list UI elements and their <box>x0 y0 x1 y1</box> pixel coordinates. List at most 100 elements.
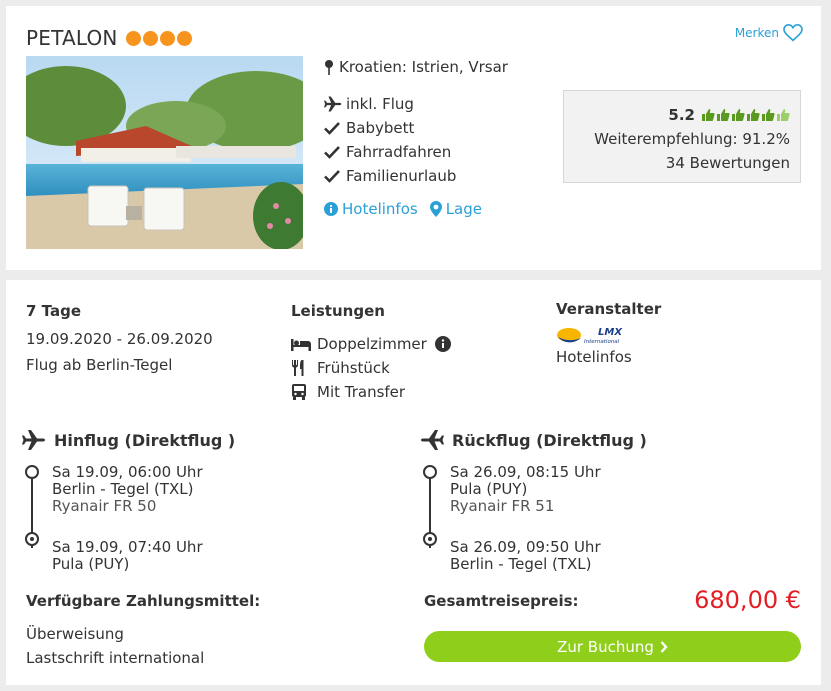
location-text: Kroatien: Istrien, Vrsar <box>339 58 508 76</box>
star-icon <box>159 30 175 46</box>
bed-icon <box>291 337 313 351</box>
return-flight: Rückflug (Direktflug ) Sa 26.09, 08:15 U… <box>420 430 780 573</box>
plane-icon <box>324 96 346 112</box>
return-flight-title: Rückflug (Direktflug ) <box>452 430 647 450</box>
arrival-airport: Berlin - Tegel (TXL) <box>450 555 592 573</box>
bus-icon <box>291 384 313 400</box>
feature-item: inkl. Flug <box>324 92 456 116</box>
offer-departure: Flug ab Berlin-Tegel <box>26 356 173 374</box>
merken-label: Merken <box>734 26 779 40</box>
payment-title: Verfügbare Zahlungsmittel: <box>26 592 261 610</box>
thumbs-up-half-icon <box>777 109 790 121</box>
booking-button-label: Zur Buchung <box>557 637 654 656</box>
feature-label: inkl. Flug <box>346 95 414 113</box>
flight-carrier: Ryanair FR 51 <box>450 497 555 515</box>
leistungen-section: Leistungen Doppelzimmer Frühstück Mit Tr… <box>291 302 451 404</box>
check-icon <box>324 121 346 135</box>
rating-score: 5.2 <box>668 106 695 124</box>
hotel-photo[interactable] <box>26 56 303 249</box>
outbound-flight-title: Hinflug (Direktflug ) <box>54 430 236 450</box>
arrival-time: Sa 19.09, 07:40 Uhr <box>52 538 203 556</box>
lmx-logo-text: LMX <box>598 327 623 338</box>
hotel-name[interactable]: PETALON <box>26 26 118 50</box>
return-timeline: Sa 26.09, 08:15 Uhr Pula (PUY) Ryanair F… <box>420 464 780 573</box>
star-icon <box>142 30 158 46</box>
feature-list: inkl. Flug Babybett Fahrradfahren Famili… <box>324 92 456 188</box>
pin-icon <box>325 60 333 75</box>
leistungen-list: Doppelzimmer Frühstück Mit Transfer <box>291 332 451 404</box>
outbound-flight: Hinflug (Direktflug ) Sa 19.09, 06:00 Uh… <box>22 430 382 573</box>
feature-label: Babybett <box>346 119 415 137</box>
plane-icon <box>22 430 45 450</box>
outbound-departure: Sa 19.09, 06:00 Uhr Berlin - Tegel (TXL)… <box>52 464 382 515</box>
departure-time: Sa 19.09, 06:00 Uhr <box>52 463 203 481</box>
leistung-item: Doppelzimmer <box>291 332 451 356</box>
merken-button[interactable]: Merken <box>735 24 803 42</box>
thumbs-up-icon <box>702 109 715 121</box>
offer-summary: 7 Tage 19.09.2020 - 26.09.2020 Flug ab B… <box>26 300 213 378</box>
rating-score-row: 5.2 <box>564 103 790 127</box>
rating-box[interactable]: 5.2 Weiterempfehlung: 91.2% 34 Bewertung… <box>563 90 801 183</box>
veranstalter-section: Veranstalter LMX International Hotelinfo… <box>556 300 661 366</box>
info-icon[interactable] <box>434 336 451 352</box>
veranstalter-title: Veranstalter <box>556 300 662 318</box>
payment-method: Lastschrift international <box>26 649 205 667</box>
lage-label: Lage <box>445 200 482 218</box>
check-icon <box>324 169 346 183</box>
flight-carrier: Ryanair FR 50 <box>52 497 157 515</box>
offer-card: 7 Tage 19.09.2020 - 26.09.2020 Flug ab B… <box>6 280 821 685</box>
total-price-label: Gesamtreisepreis: <box>424 592 579 610</box>
rating-recommendation: Weiterempfehlung: 91.2% <box>594 130 790 148</box>
leistung-label: Doppelzimmer <box>317 335 427 353</box>
lmx-logo-sub: International <box>584 339 620 345</box>
arrival-time: Sa 26.09, 09:50 Uhr <box>450 538 601 556</box>
chevron-right-icon <box>660 640 668 653</box>
info-icon <box>324 202 338 216</box>
arrival-marker-icon <box>423 532 437 546</box>
veranstalter-hotelinfos-link[interactable]: Hotelinfos <box>556 348 661 366</box>
return-departure: Sa 26.09, 08:15 Uhr Pula (PUY) Ryanair F… <box>450 464 780 515</box>
hotel-title[interactable]: PETALON <box>26 26 192 50</box>
leistung-item: Mit Transfer <box>291 380 451 404</box>
hotelinfos-link[interactable]: Hotelinfos <box>324 200 418 218</box>
thumbs-up-icon <box>747 109 760 121</box>
rating-thumbs <box>701 108 790 122</box>
outbound-arrival: Sa 19.09, 07:40 Uhr Pula (PUY) <box>52 539 382 573</box>
departure-airport: Pula (PUY) <box>450 480 528 498</box>
leistungen-title: Leistungen <box>291 302 385 320</box>
leistung-label: Mit Transfer <box>317 383 406 401</box>
lage-link[interactable]: Lage <box>429 200 482 218</box>
departure-marker-icon <box>423 465 437 479</box>
heart-icon <box>783 24 803 42</box>
feature-label: Familienurlaub <box>346 167 457 185</box>
lmx-logo: LMX International <box>556 324 636 346</box>
offer-dates: 19.09.2020 - 26.09.2020 <box>26 330 213 348</box>
total-price: 680,00 € <box>694 586 801 614</box>
leistung-label: Frühstück <box>317 359 390 377</box>
thumbs-up-icon <box>762 109 775 121</box>
cutlery-icon <box>291 360 313 376</box>
hotel-stars <box>125 30 192 46</box>
outbound-flight-header: Hinflug (Direktflug ) <box>22 430 382 450</box>
leistung-item: Frühstück <box>291 356 451 380</box>
thumbs-up-icon <box>717 109 730 121</box>
departure-time: Sa 26.09, 08:15 Uhr <box>450 463 601 481</box>
booking-button[interactable]: Zur Buchung <box>424 631 801 662</box>
hotel-links: Hotelinfos Lage <box>324 200 482 218</box>
feature-label: Fahrradfahren <box>346 143 452 161</box>
return-flight-header: Rückflug (Direktflug ) <box>420 430 780 450</box>
feature-item: Familienurlaub <box>324 164 456 188</box>
arrival-marker-icon <box>25 532 39 546</box>
payment-methods: Überweisung Lastschrift international <box>26 622 204 670</box>
rating-reviews[interactable]: 34 Bewertungen <box>564 151 790 175</box>
plane-return-icon <box>421 430 444 450</box>
feature-item: Babybett <box>324 116 456 140</box>
check-icon <box>324 145 346 159</box>
hotelinfos-label: Hotelinfos <box>342 200 418 218</box>
thumbs-up-icon <box>732 109 745 121</box>
star-icon <box>125 30 141 46</box>
arrival-airport: Pula (PUY) <box>52 555 130 573</box>
map-marker-icon <box>429 201 442 217</box>
star-icon <box>176 30 192 46</box>
return-arrival: Sa 26.09, 09:50 Uhr Berlin - Tegel (TXL) <box>450 539 780 573</box>
